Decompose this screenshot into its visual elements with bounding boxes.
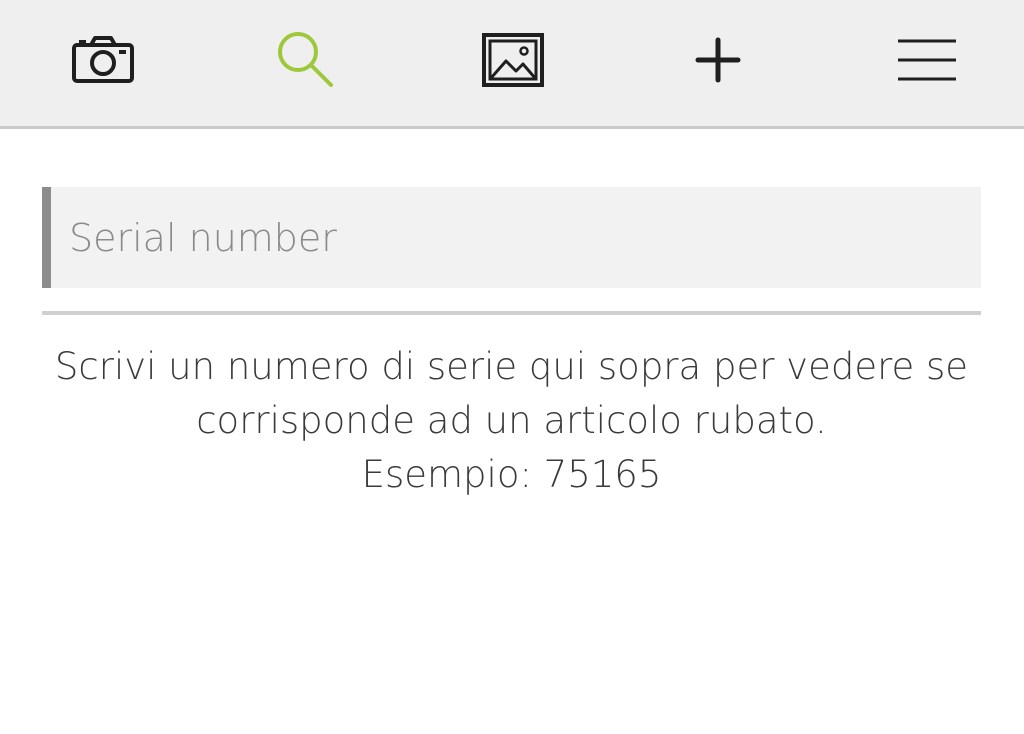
image-icon	[482, 33, 544, 87]
top-navigation-bar	[0, 0, 1024, 129]
help-text: Scrivi un numero di serie qui sopra per …	[42, 340, 981, 502]
help-line-1: Scrivi un numero di serie qui sopra per …	[54, 345, 969, 388]
search-tab-button[interactable]	[256, 18, 356, 102]
help-line-2: corrisponde ad un articolo rubato.	[196, 399, 827, 442]
menu-button[interactable]	[877, 18, 977, 102]
help-example: Esempio: 75165	[361, 453, 662, 496]
camera-button[interactable]	[53, 18, 153, 102]
menu-icon	[898, 39, 956, 81]
serial-number-input[interactable]	[51, 187, 981, 288]
divider	[42, 311, 981, 315]
camera-icon	[72, 36, 134, 83]
plus-icon	[695, 37, 741, 83]
serial-number-field	[42, 187, 981, 288]
search-icon	[278, 32, 333, 87]
gallery-button[interactable]	[463, 18, 563, 102]
add-button[interactable]	[668, 18, 768, 102]
